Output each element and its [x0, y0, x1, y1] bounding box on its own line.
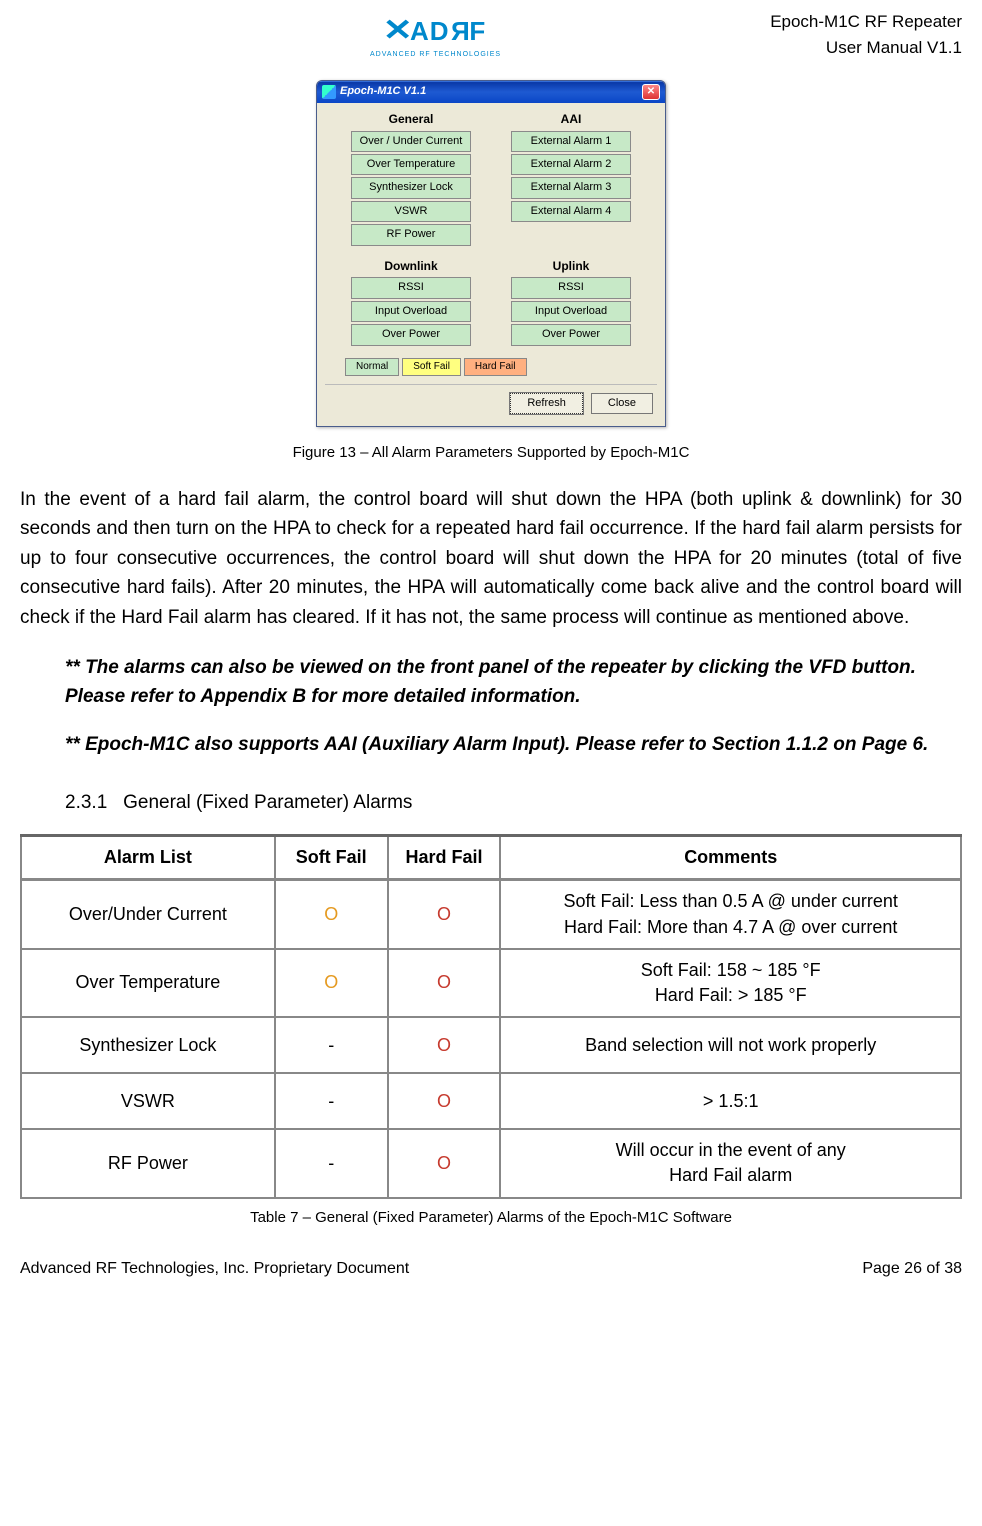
col-aai: AAI External Alarm 1 External Alarm 2 Ex…	[511, 111, 631, 248]
col-downlink-header: Downlink	[384, 258, 437, 275]
table-row: Over/Under Current O O Soft Fail: Less t…	[21, 880, 961, 949]
cell-comments: > 1.5:1	[500, 1073, 961, 1129]
close-button[interactable]: Close	[591, 393, 653, 414]
status-item: Input Overload	[351, 301, 471, 322]
logo: ✕ ADRF ADVANCED RF TECHNOLOGIES	[370, 10, 501, 60]
comment-line: > 1.5:1	[509, 1089, 952, 1114]
table-caption: Table 7 – General (Fixed Parameter) Alar…	[20, 1207, 962, 1228]
section-title: General (Fixed Parameter) Alarms	[123, 792, 412, 813]
th-hard-fail: Hard Fail	[388, 836, 501, 880]
th-soft-fail: Soft Fail	[275, 836, 388, 880]
page-footer: Advanced RF Technologies, Inc. Proprieta…	[20, 1258, 962, 1280]
status-item: External Alarm 2	[511, 154, 631, 175]
status-item: RSSI	[351, 277, 471, 298]
status-item: External Alarm 3	[511, 177, 631, 198]
col-general: General Over / Under Current Over Temper…	[351, 111, 471, 248]
note-2: ** Epoch-M1C also supports AAI (Auxiliar…	[65, 731, 942, 760]
cell-comments: Band selection will not work properly	[500, 1017, 961, 1073]
app-screenshot: Epoch-M1C V1.1 ✕ General Over / Under Cu…	[20, 80, 962, 427]
cell-alarm: RF Power	[21, 1129, 275, 1197]
cell-alarm: Over Temperature	[21, 949, 275, 1017]
comment-line: Hard Fail: More than 4.7 A @ over curren…	[509, 915, 952, 940]
cell-softfail: -	[275, 1073, 388, 1129]
th-alarm-list: Alarm List	[21, 836, 275, 880]
alarm-table: Alarm List Soft Fail Hard Fail Comments …	[20, 834, 962, 1198]
cell-softfail: O	[275, 949, 388, 1017]
comment-line: Will occur in the event of any	[509, 1138, 952, 1163]
status-item: Input Overload	[511, 301, 631, 322]
header-product: Epoch-M1C RF Repeater	[770, 10, 962, 34]
status-item: Over Power	[351, 324, 471, 345]
header-right: Epoch-M1C RF Repeater User Manual V1.1	[770, 10, 962, 60]
col-general-header: General	[389, 111, 434, 128]
header-version: User Manual V1.1	[770, 36, 962, 60]
cell-alarm: VSWR	[21, 1073, 275, 1129]
status-item: RF Power	[351, 224, 471, 245]
logo-main: ADRF	[410, 13, 486, 49]
status-item: VSWR	[351, 201, 471, 222]
status-item: Synthesizer Lock	[351, 177, 471, 198]
table-row: Over Temperature O O Soft Fail: 158 ~ 18…	[21, 949, 961, 1017]
dialog-window: Epoch-M1C V1.1 ✕ General Over / Under Cu…	[316, 80, 666, 427]
cell-softfail: -	[275, 1129, 388, 1197]
status-item: RSSI	[511, 277, 631, 298]
window-body: General Over / Under Current Over Temper…	[317, 103, 665, 426]
refresh-button[interactable]: Refresh	[510, 393, 583, 414]
cell-comments: Will occur in the event of any Hard Fail…	[500, 1129, 961, 1197]
legend-hard: Hard Fail	[464, 358, 527, 376]
status-item: Over / Under Current	[351, 131, 471, 152]
app-icon	[322, 85, 336, 99]
legend-normal: Normal	[345, 358, 399, 376]
page-header: ✕ ADRF ADVANCED RF TECHNOLOGIES Epoch-M1…	[20, 10, 962, 60]
th-comments: Comments	[500, 836, 961, 880]
comment-line: Soft Fail: 158 ~ 185 °F	[509, 958, 952, 983]
comment-line: Soft Fail: Less than 0.5 A @ under curre…	[509, 889, 952, 914]
window-title: Epoch-M1C V1.1	[340, 84, 426, 99]
status-item: External Alarm 4	[511, 201, 631, 222]
cell-softfail: -	[275, 1017, 388, 1073]
logo-icon: ✕	[383, 10, 411, 52]
col-uplink-header: Uplink	[553, 258, 590, 275]
table-row: VSWR - O > 1.5:1	[21, 1073, 961, 1129]
cell-alarm: Over/Under Current	[21, 880, 275, 949]
section-number: 2.3.1	[65, 792, 107, 813]
cell-hardfail: O	[388, 949, 501, 1017]
cell-hardfail: O	[388, 1017, 501, 1073]
note-1: ** The alarms can also be viewed on the …	[65, 654, 942, 711]
close-icon[interactable]: ✕	[642, 84, 660, 100]
cell-comments: Soft Fail: Less than 0.5 A @ under curre…	[500, 880, 961, 949]
cell-hardfail: O	[388, 1129, 501, 1197]
comment-line: Hard Fail alarm	[509, 1163, 952, 1188]
footer-left: Advanced RF Technologies, Inc. Proprieta…	[20, 1258, 409, 1280]
table-row: RF Power - O Will occur in the event of …	[21, 1129, 961, 1197]
legend: Normal Soft Fail Hard Fail	[345, 358, 657, 376]
section-heading: 2.3.1 General (Fixed Parameter) Alarms	[65, 790, 962, 817]
col-downlink: Downlink RSSI Input Overload Over Power	[351, 258, 471, 348]
status-item: Over Temperature	[351, 154, 471, 175]
figure-caption: Figure 13 – All Alarm Parameters Support…	[20, 442, 962, 463]
cell-alarm: Synthesizer Lock	[21, 1017, 275, 1073]
cell-softfail: O	[275, 880, 388, 949]
table-row: Synthesizer Lock - O Band selection will…	[21, 1017, 961, 1073]
table-header-row: Alarm List Soft Fail Hard Fail Comments	[21, 836, 961, 880]
cell-hardfail: O	[388, 880, 501, 949]
comment-line: Band selection will not work properly	[509, 1033, 952, 1058]
cell-comments: Soft Fail: 158 ~ 185 °F Hard Fail: > 185…	[500, 949, 961, 1017]
status-item: Over Power	[511, 324, 631, 345]
footer-right: Page 26 of 38	[862, 1258, 962, 1280]
col-aai-header: AAI	[561, 111, 582, 128]
window-titlebar: Epoch-M1C V1.1 ✕	[317, 81, 665, 103]
col-uplink: Uplink RSSI Input Overload Over Power	[511, 258, 631, 348]
comment-line: Hard Fail: > 185 °F	[509, 983, 952, 1008]
body-paragraph: In the event of a hard fail alarm, the c…	[20, 485, 962, 632]
cell-hardfail: O	[388, 1073, 501, 1129]
status-item: External Alarm 1	[511, 131, 631, 152]
legend-soft: Soft Fail	[402, 358, 461, 376]
